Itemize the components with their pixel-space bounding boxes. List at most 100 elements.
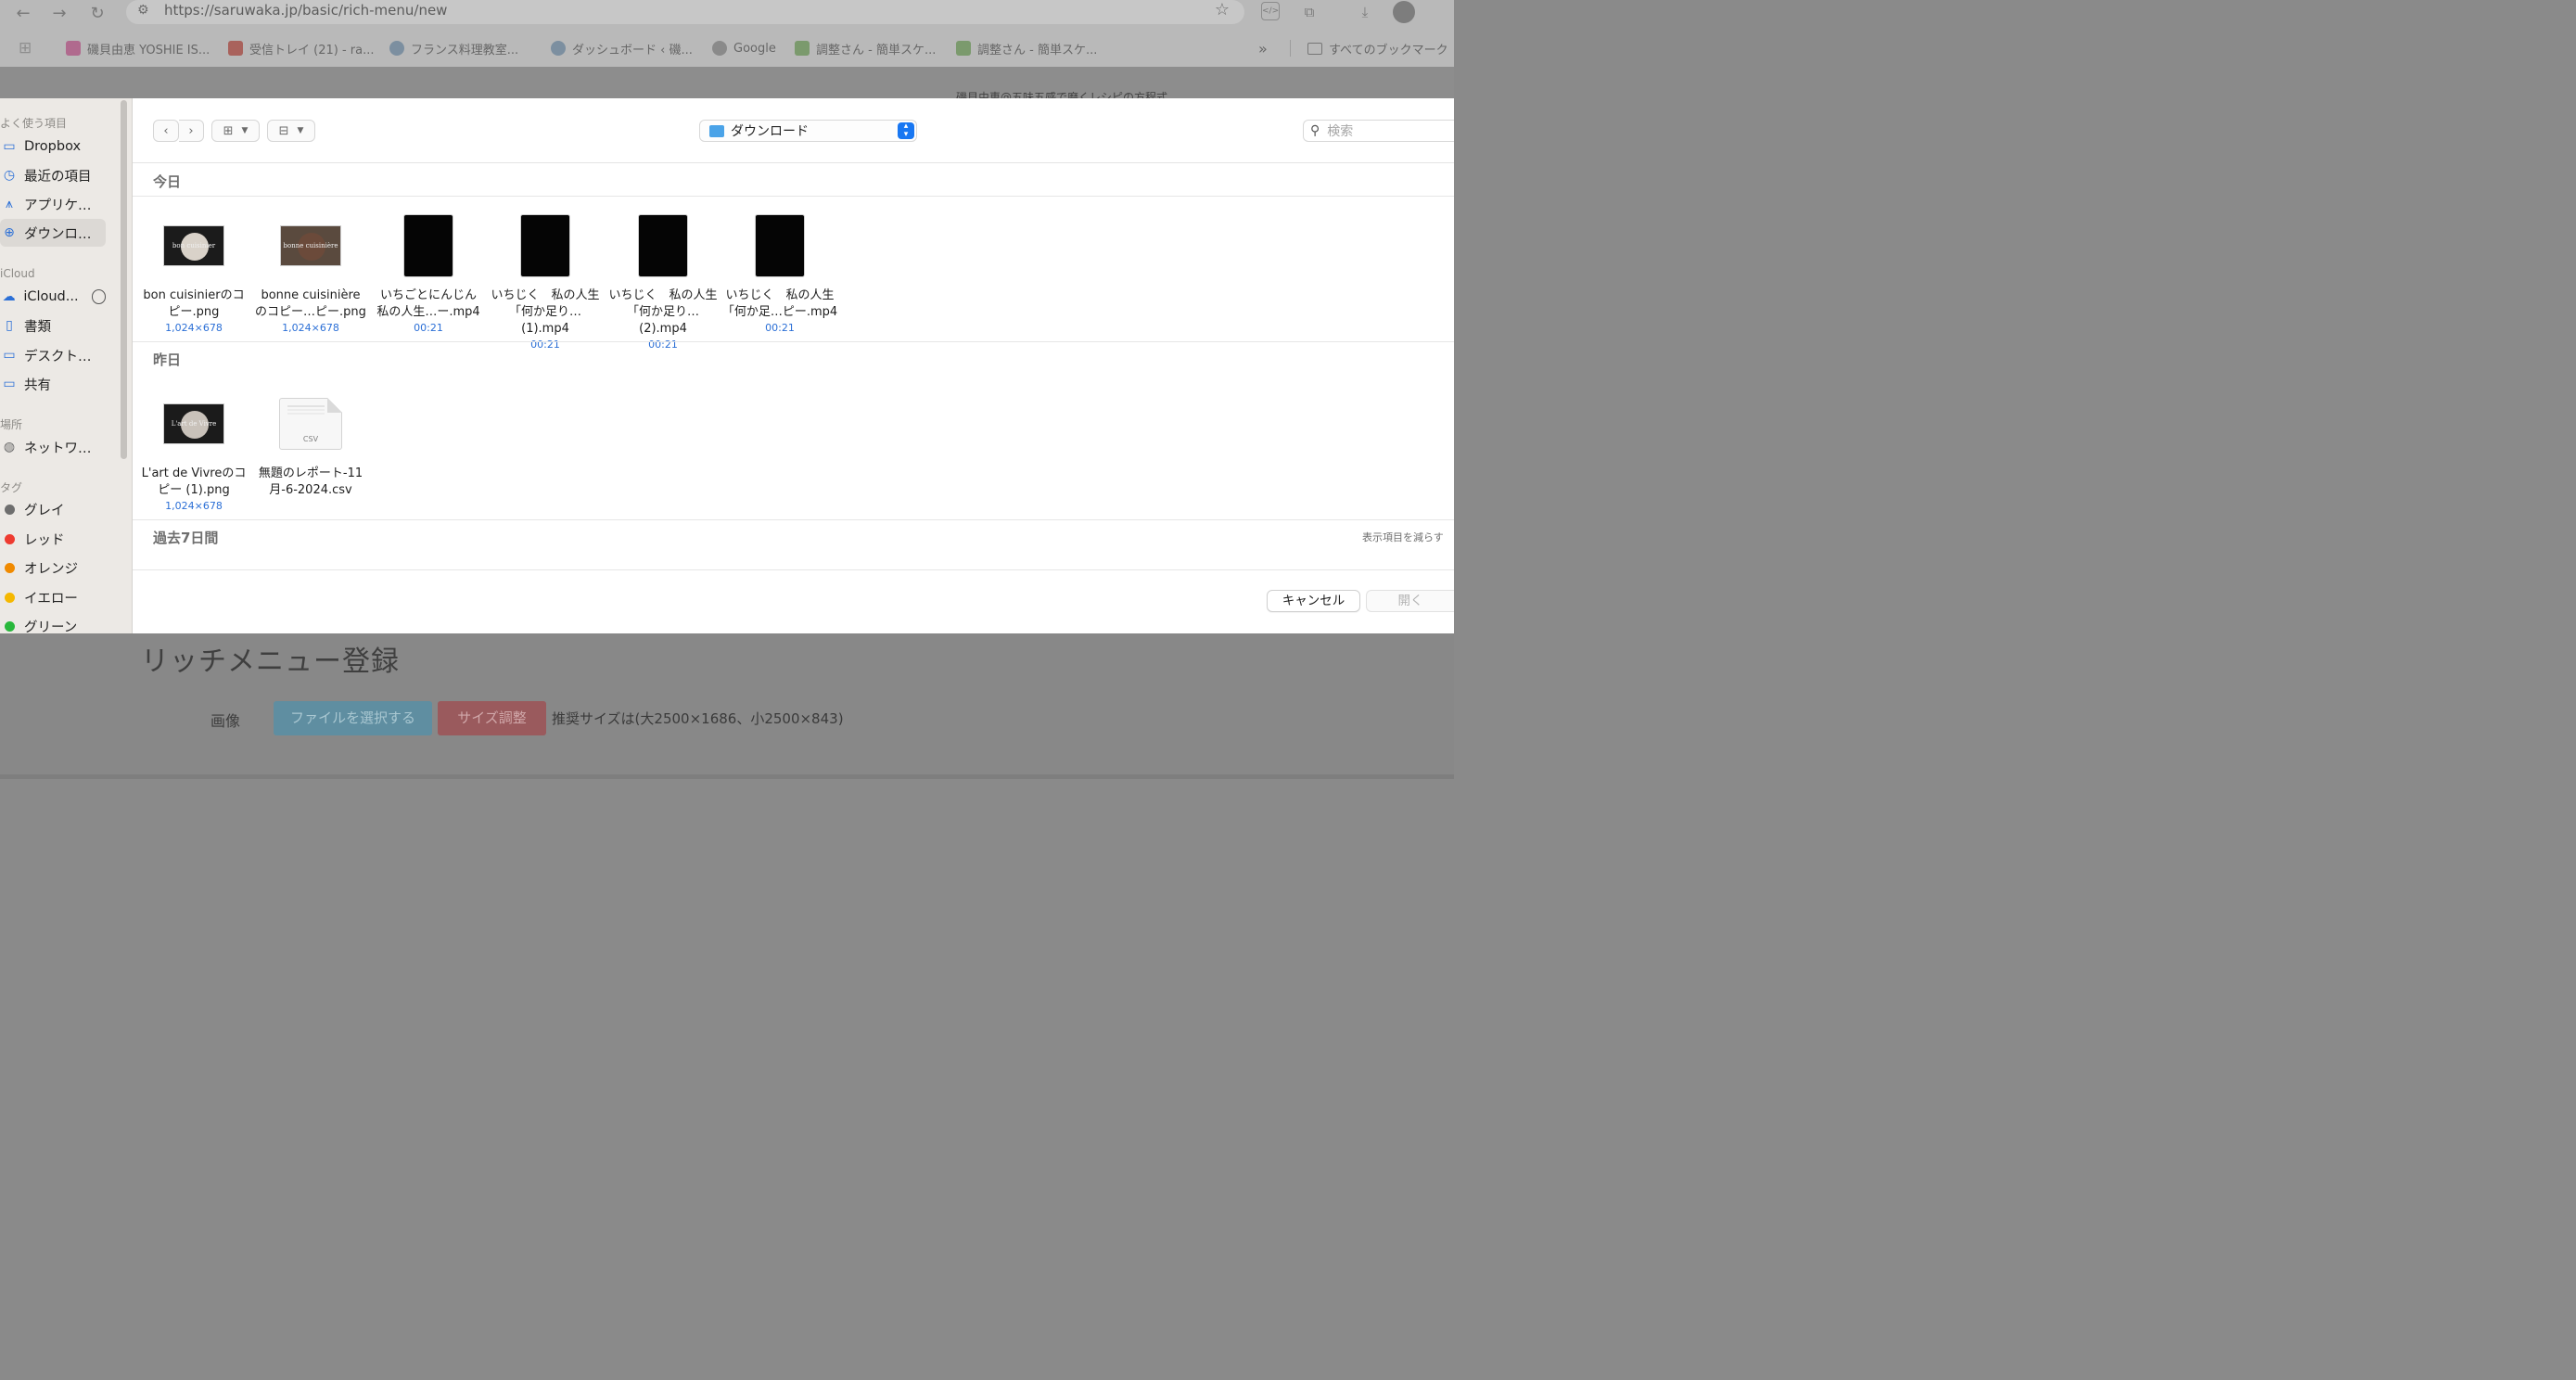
sidebar-tag-orange[interactable]: オレンジ bbox=[0, 554, 106, 581]
choose-file-button[interactable]: ファイルを選択する bbox=[274, 701, 432, 735]
bookmark-item[interactable]: フランス料理教室... bbox=[389, 39, 518, 58]
image-thumbnail: bonne cuisinière bbox=[280, 225, 341, 266]
sidebar-item-network[interactable]: ◍ ネットワ… bbox=[0, 433, 106, 461]
bookmark-item[interactable]: 磯貝由恵 YOSHIE IS... bbox=[66, 39, 210, 58]
popup-arrows-icon: ▴ ▾ bbox=[898, 122, 914, 139]
sidebar-scrollbar[interactable] bbox=[121, 100, 127, 459]
sidebar-tag-red[interactable]: レッド bbox=[0, 525, 106, 553]
chevron-left-icon: ‹ bbox=[163, 123, 169, 138]
bookmark-item[interactable]: 調整さん - 簡単スケ... bbox=[795, 39, 936, 58]
sidebar-tag-yellow[interactable]: イエロー bbox=[0, 583, 106, 611]
video-thumbnail bbox=[521, 215, 569, 276]
video-thumbnail bbox=[404, 215, 453, 276]
sidebar-item-recents[interactable]: ◷ 最近の項目 bbox=[0, 161, 106, 189]
page-behind-top: 磯貝由恵@五味五感で磨くレシピの方程式 bbox=[0, 67, 1454, 98]
chevron-right-icon: › bbox=[188, 123, 194, 138]
open-button[interactable]: 開く bbox=[1366, 590, 1454, 612]
group-by-button[interactable]: ⊟ ▼ bbox=[267, 120, 315, 142]
file-name: いちごとにんじん 私の人生…ー.mp4 bbox=[376, 288, 480, 319]
file-item[interactable]: L'art de Vivre L'art de Vivreのコ ピー (1).pn… bbox=[135, 389, 252, 513]
bookmark-star-icon[interactable]: ☆ bbox=[1215, 0, 1230, 19]
chevron-down-icon: ▼ bbox=[241, 126, 249, 135]
download-icon: ⊕ bbox=[4, 225, 15, 240]
location-label: ダウンロード bbox=[731, 124, 809, 139]
cancel-button[interactable]: キャンセル bbox=[1267, 590, 1360, 612]
group-header-today: 今日 bbox=[153, 173, 182, 190]
file-duration: 00:21 bbox=[648, 339, 678, 351]
bookmarks-divider bbox=[1290, 40, 1291, 57]
back-icon[interactable]: ← bbox=[13, 4, 33, 24]
csv-document-icon: CSV bbox=[279, 398, 342, 450]
file-dimensions: 1,024×678 bbox=[282, 322, 339, 334]
bookmarks-overflow-button[interactable]: » bbox=[1258, 39, 1268, 58]
file-dimensions: 1,024×678 bbox=[165, 322, 223, 334]
profile-avatar[interactable] bbox=[1393, 1, 1415, 23]
sidebar-item-applications[interactable]: ⩚ アプリケ… bbox=[0, 190, 106, 218]
sidebar-section-locations: 場所 bbox=[0, 418, 23, 431]
sidebar-tag-green[interactable]: グリーン bbox=[0, 612, 106, 633]
chouseisan-icon bbox=[795, 41, 810, 56]
file-name: 無題のレポート-11 月-6-2024.csv bbox=[258, 466, 363, 497]
file-name: bonne cuisinière のコピー…ピー.png bbox=[255, 288, 366, 319]
site-settings-icon[interactable]: ⚙ bbox=[137, 3, 149, 18]
file-item[interactable]: いちごとにんじん 私の人生…ー.mp4 00:21 bbox=[370, 211, 487, 335]
download-icon[interactable]: ⤓ bbox=[1355, 2, 1375, 22]
all-bookmarks-button[interactable]: すべてのブックマーク bbox=[1307, 39, 1448, 58]
address-bar[interactable]: ⚙ https://saruwaka.jp/basic/rich-menu/ne… bbox=[126, 0, 1244, 24]
sidebar-tag-gray[interactable]: グレイ bbox=[0, 495, 106, 523]
file-item[interactable]: CSV 無題のレポート-11 月-6-2024.csv bbox=[252, 389, 369, 499]
sync-progress-icon bbox=[91, 289, 106, 304]
finder-sidebar: よく使う項目 ▭ Dropbox ◷ 最近の項目 ⩚ アプリケ… ⊕ ダウンロ… iCl… bbox=[0, 98, 133, 633]
image-thumbnail: bon cuisinier bbox=[163, 225, 224, 266]
apps-grid-icon[interactable]: ⊞ bbox=[19, 39, 32, 58]
file-item[interactable]: いちじく 私の人生 「何か足り…(2).mp4 00:21 bbox=[605, 211, 721, 351]
file-item[interactable]: bon cuisinier bon cuisinierのコ ピー.png 1,02… bbox=[135, 211, 252, 335]
icon-view-icon: ⊞ bbox=[223, 123, 234, 138]
search-field[interactable]: ⚲ 検索 bbox=[1303, 120, 1454, 142]
file-item[interactable]: いちじく 私の人生 「何か足…ピー.mp4 00:21 bbox=[721, 211, 838, 335]
extensions-puzzle-icon[interactable]: ⧉ bbox=[1299, 2, 1320, 22]
devtools-extension-icon[interactable]: </> bbox=[1261, 2, 1282, 22]
file-name: いちじく 私の人生 「何か足り…(2).mp4 bbox=[608, 288, 718, 336]
view-mode-button[interactable]: ⊞ ▼ bbox=[211, 120, 260, 142]
sidebar-item-documents[interactable]: ▯ 書類 bbox=[0, 312, 106, 339]
file-name: L'art de Vivreのコ ピー (1).png bbox=[141, 466, 247, 497]
bookmark-item[interactable]: 受信トレイ (21) - ra... bbox=[228, 39, 374, 58]
sidebar-item-desktop[interactable]: ▭ デスクト… bbox=[0, 341, 106, 369]
forward-icon[interactable]: → bbox=[49, 4, 70, 24]
tag-color-dot bbox=[5, 620, 15, 632]
bookmark-item[interactable]: Google bbox=[712, 39, 776, 58]
file-item[interactable]: bonne cuisinière bonne cuisinière のコピー…ピー… bbox=[252, 211, 369, 335]
size-hint: 推奨サイズは(大2500×1686、小2500×843) bbox=[552, 710, 844, 727]
reload-icon[interactable]: ↻ bbox=[87, 4, 108, 24]
forward-nav-button[interactable]: › bbox=[179, 120, 204, 142]
document-icon: ▯ bbox=[6, 318, 13, 333]
group-divider bbox=[133, 196, 1454, 197]
cloud-icon: ☁ bbox=[2, 289, 16, 304]
bookmark-item[interactable]: ダッシュボード ‹ 磯... bbox=[551, 39, 693, 58]
back-nav-button[interactable]: ‹ bbox=[153, 120, 179, 142]
group-grid-icon: ⊟ bbox=[278, 123, 289, 138]
page-behind-subtitle: 磯貝由恵@五味五感で磨くレシピの方程式 bbox=[956, 91, 1168, 98]
location-popup[interactable]: ダウンロード ▴ ▾ bbox=[699, 120, 917, 142]
wordpress-icon bbox=[551, 41, 566, 56]
sidebar-item-icloud-drive[interactable]: ☁ iCloud... bbox=[0, 283, 106, 311]
sidebar-item-downloads[interactable]: ⊕ ダウンロ… bbox=[0, 219, 106, 247]
gmail-icon bbox=[228, 41, 243, 56]
group-header-yesterday: 昨日 bbox=[153, 351, 182, 368]
image-field-label: 画像 bbox=[210, 712, 241, 730]
tag-color-dot bbox=[5, 592, 15, 603]
file-duration: 00:21 bbox=[530, 339, 560, 351]
sidebar-section-tags: タグ bbox=[0, 481, 23, 494]
network-icon: ◍ bbox=[3, 440, 16, 454]
video-thumbnail bbox=[639, 215, 687, 276]
image-thumbnail: L'art de Vivre bbox=[163, 403, 224, 444]
bookmark-item[interactable]: 調整さん - 簡単スケ... bbox=[956, 39, 1097, 58]
resize-button[interactable]: サイズ調整 bbox=[438, 701, 546, 735]
tag-color-dot bbox=[5, 504, 15, 515]
file-item[interactable]: いちじく 私の人生 「何か足り…(1).mp4 00:21 bbox=[487, 211, 604, 351]
sidebar-item-dropbox[interactable]: ▭ Dropbox bbox=[0, 133, 106, 160]
sidebar-item-shared[interactable]: ▭ 共有 bbox=[0, 370, 106, 398]
show-less-link[interactable]: 表示項目を減らす bbox=[1362, 530, 1444, 544]
clock-icon: ◷ bbox=[3, 168, 16, 183]
